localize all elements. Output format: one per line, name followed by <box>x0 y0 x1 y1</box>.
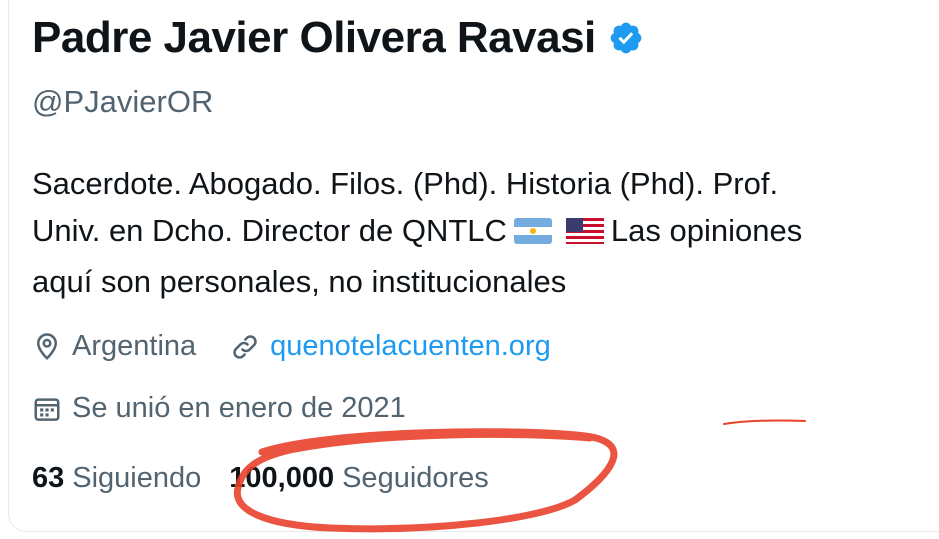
joined-text: Se unió en enero de 2021 <box>72 392 406 424</box>
bio-line-2-start: Univ. en Dcho. Director de QNTLC <box>32 213 507 248</box>
followers-count: 100,000 <box>229 462 335 494</box>
following-label: Siguiendo <box>72 462 202 494</box>
location: Argentina <box>32 330 196 363</box>
follow-stats-row: 63 Siguiendo 100,000 Seguidores <box>32 462 489 495</box>
calendar-icon <box>34 397 60 421</box>
bio-line-3: aquí son personales, no institucionales <box>32 264 567 299</box>
display-name: Padre Javier Olivera Ravasi <box>32 13 596 62</box>
argentina-flag-icon <box>513 211 553 258</box>
website-link[interactable]: quenotelacuenten.org <box>270 330 551 363</box>
following-count: 63 <box>32 462 65 494</box>
location-website-row: Argentina quenotelacuenten.org <box>32 330 551 363</box>
location-icon <box>36 332 58 360</box>
name-row: Padre Javier Olivera Ravasi <box>32 8 644 68</box>
user-handle: @PJavierOR <box>32 84 214 119</box>
link-icon <box>233 334 257 359</box>
location-text: Argentina <box>72 330 197 362</box>
followers-label: Seguidores <box>342 462 489 494</box>
bio-line-2: Univ. en Dcho. Director de QNTLC Las opin… <box>32 207 939 258</box>
bio-line-2-end: Las opiniones <box>610 213 803 248</box>
usa-flag-icon <box>565 211 605 258</box>
joined-row: Se unió en enero de 2021 <box>32 392 406 425</box>
followers-link[interactable]: 100,000 Seguidores <box>229 462 489 495</box>
following-link[interactable]: 63 Siguiendo <box>32 462 201 495</box>
joined: Se unió en enero de 2021 <box>32 392 406 425</box>
bio: Sacerdote. Abogado. Filos. (Phd). Histor… <box>32 160 939 305</box>
bio-line-1: Sacerdote. Abogado. Filos. (Phd). Histor… <box>32 166 779 201</box>
website[interactable]: quenotelacuenten.org <box>230 330 551 363</box>
verified-badge-icon[interactable] <box>608 20 644 56</box>
